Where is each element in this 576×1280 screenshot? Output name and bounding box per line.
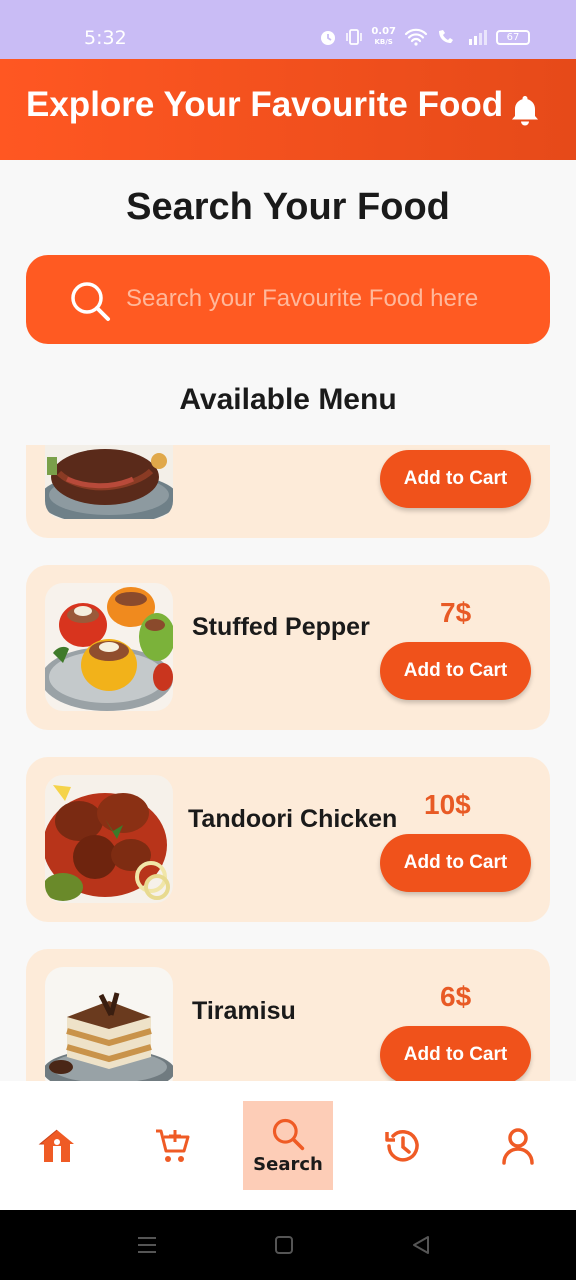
signal-icon (469, 30, 487, 45)
menu-list[interactable]: Add to Cart Stuffed Pepper 7$ Add to Car… (0, 445, 576, 1081)
status-icons: 0.07 KB/S 67 (319, 27, 530, 47)
food-image-stuffed-pepper (45, 583, 173, 711)
nav-history[interactable] (358, 1101, 448, 1190)
nav-cart[interactable] (128, 1101, 218, 1190)
app-header: Explore Your Favourite Food (0, 59, 576, 160)
add-to-cart-button[interactable]: Add to Cart (380, 1026, 531, 1081)
status-time: 5:32 (84, 27, 127, 49)
wifi-icon (404, 28, 428, 46)
food-image-steak (45, 445, 173, 519)
food-name: Stuffed Pepper (192, 613, 370, 641)
network-speed: 0.07 KB/S (371, 27, 396, 47)
back-icon[interactable] (410, 1234, 432, 1256)
header-title: Explore Your Favourite Food (26, 85, 504, 124)
home-button-icon[interactable] (273, 1234, 295, 1256)
wifi-calling-icon (439, 30, 453, 43)
search-bar[interactable] (26, 255, 550, 344)
menu-title: Available Menu (179, 383, 397, 416)
menu-item: Stuffed Pepper 7$ Add to Cart (26, 565, 550, 730)
nav-profile[interactable] (473, 1101, 563, 1190)
nav-home[interactable] (12, 1101, 102, 1190)
menu-item: Add to Cart (26, 445, 550, 538)
food-image-tandoori-chicken (45, 775, 173, 903)
food-name: Tiramisu (192, 997, 296, 1025)
system-nav-bar (0, 1210, 576, 1280)
status-bar: 5:32 0.07 KB/S 67 (0, 0, 576, 59)
vibrate-icon (346, 29, 363, 45)
menu-item: Tiramisu 6$ Add to Cart (26, 949, 550, 1081)
battery-level: 67 (506, 31, 520, 43)
nav-search-label: Search (253, 1154, 323, 1175)
cart-add-icon (156, 1129, 190, 1162)
battery-icon: 67 (496, 29, 530, 45)
add-to-cart-button[interactable]: Add to Cart (380, 642, 531, 700)
add-to-cart-button[interactable]: Add to Cart (380, 834, 531, 892)
search-title: Search Your Food (126, 186, 450, 228)
network-speed-unit: KB/S (374, 38, 393, 46)
search-icon (71, 282, 110, 321)
add-to-cart-button[interactable]: Add to Cart (380, 450, 531, 508)
profile-icon (502, 1127, 534, 1165)
food-name: Tandoori Chicken (188, 805, 398, 833)
menu-item: Tandoori Chicken 10$ Add to Cart (26, 757, 550, 922)
search-input[interactable] (126, 273, 526, 325)
home-icon (38, 1129, 74, 1162)
search-icon (272, 1118, 305, 1151)
network-speed-value: 0.07 (371, 26, 396, 37)
food-price: 6$ (440, 981, 472, 1012)
bottom-nav: Search (0, 1081, 576, 1210)
bell-icon[interactable] (508, 93, 542, 127)
menu-icon[interactable] (136, 1234, 158, 1256)
food-price: 7$ (440, 597, 472, 628)
alarm-icon (321, 31, 336, 45)
nav-search[interactable]: Search (243, 1101, 333, 1190)
food-image-tiramisu (45, 967, 173, 1081)
history-icon (385, 1129, 419, 1162)
food-price: 10$ (424, 789, 471, 820)
